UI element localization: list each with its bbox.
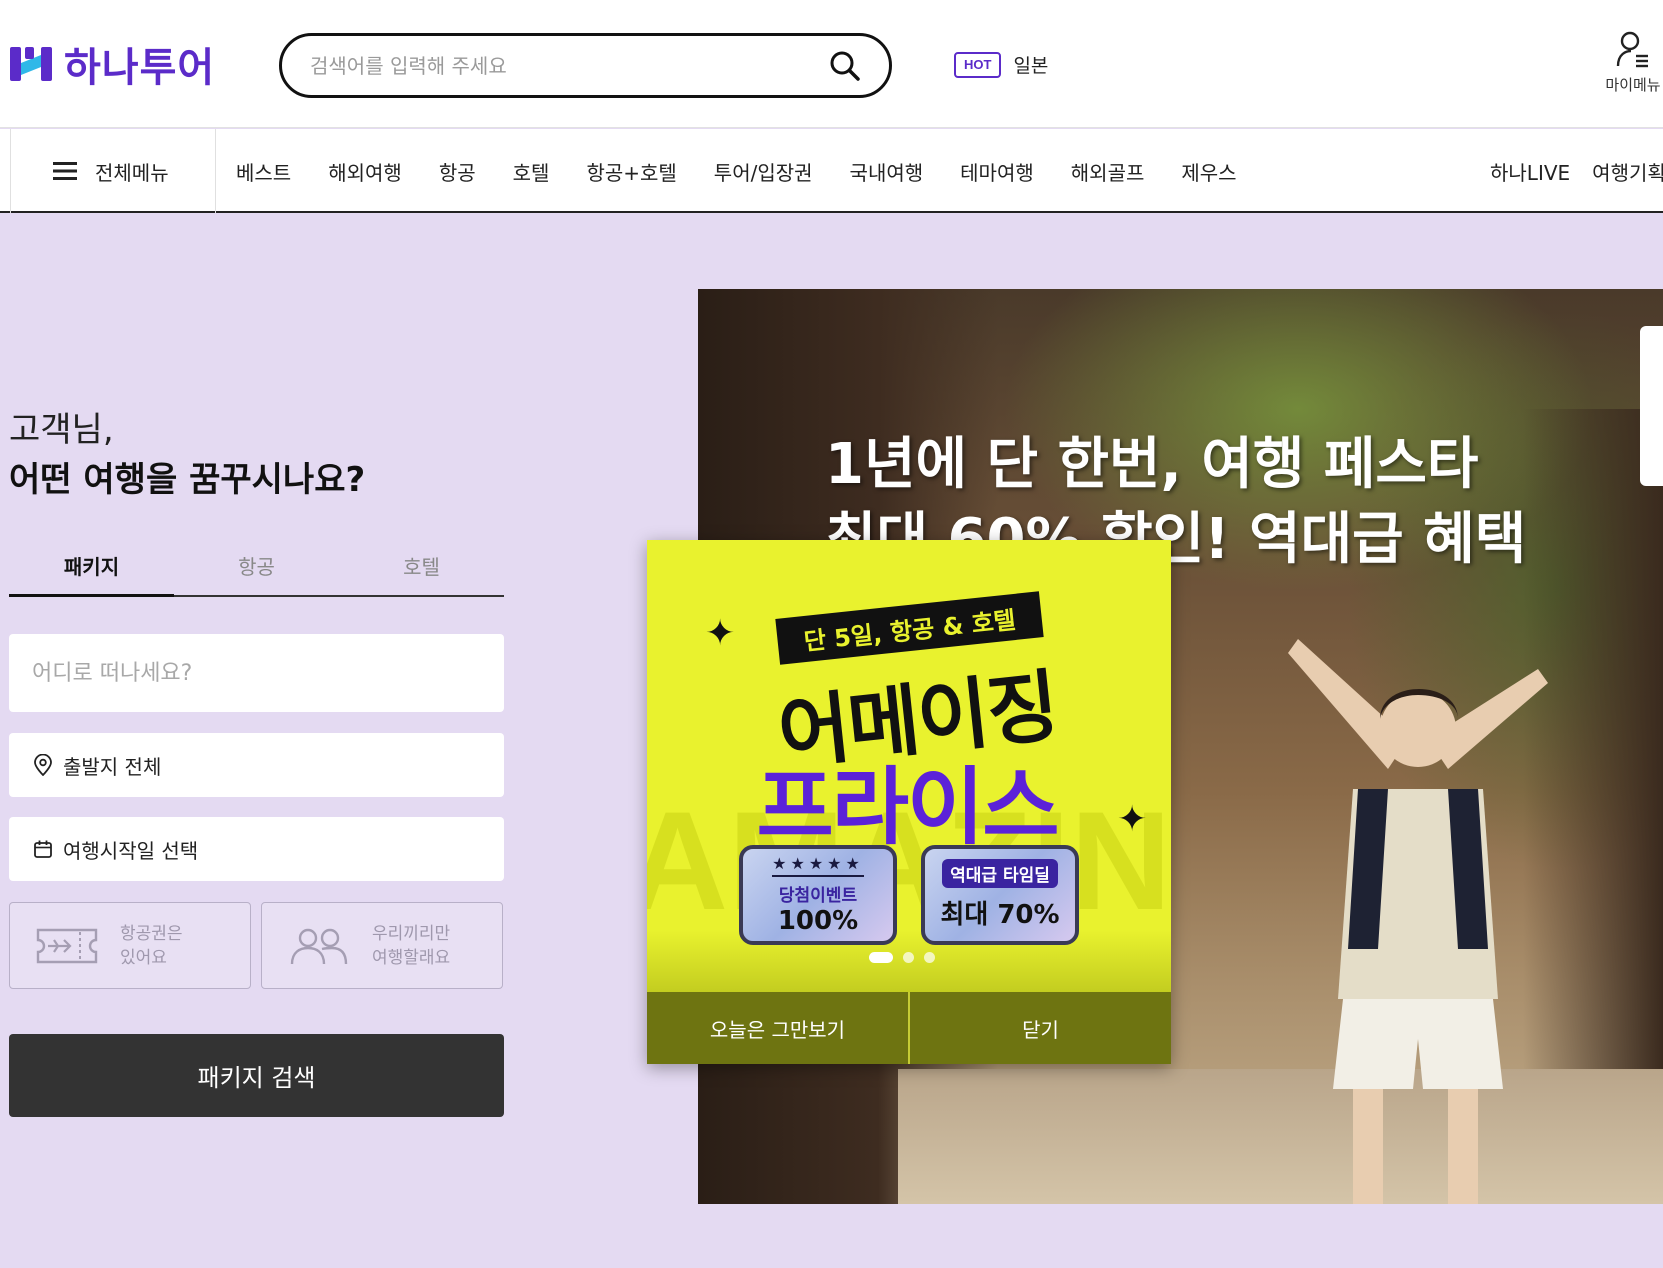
sticker-stars: ★★★★★ xyxy=(772,854,864,877)
private-trip-text: 우리끼리만 여행할래요 xyxy=(372,922,450,970)
dismiss-today-button[interactable]: 오늘은 그만보기 xyxy=(647,992,908,1064)
sticker-event-label: 당첨이벤트 xyxy=(778,886,858,906)
greeting-line-2: 어떤 여행을 꿈꾸시나요? xyxy=(9,460,366,500)
nav-item-domestic[interactable]: 국내여행 xyxy=(850,157,924,186)
nav-item-travel-plan[interactable]: 여행기획 xyxy=(1592,157,1663,186)
my-menu-label: 마이메뉴 xyxy=(1605,76,1661,94)
calendar-icon xyxy=(34,840,52,858)
sticker-timedeal-tag: 역대급 타임딜 xyxy=(942,859,1058,888)
private-trip-option[interactable]: 우리끼리만 여행할래요 xyxy=(261,902,503,989)
tab-package[interactable]: 패키지 xyxy=(9,545,174,597)
package-search-button[interactable]: 패키지 검색 xyxy=(9,1034,504,1117)
private-trip-line-1: 우리끼리만 xyxy=(372,923,451,944)
popup-close-button[interactable]: 닫기 xyxy=(908,992,1171,1064)
group-people-icon xyxy=(290,928,348,964)
all-menu-label: 전체메뉴 xyxy=(95,160,169,185)
have-ticket-line-2: 있어요 xyxy=(120,947,167,968)
date-select[interactable]: 여행시작일 선택 xyxy=(9,817,504,881)
popup-sticker-timedeal[interactable]: 역대급 타임딜 최대 70% xyxy=(921,845,1079,945)
nav-item-hana-live[interactable]: 하나LIVE xyxy=(1490,157,1570,186)
search-icon[interactable] xyxy=(829,50,861,82)
destination-input[interactable] xyxy=(32,660,472,686)
event-popup: AMAZING ✦ ✦ 단 5일, 항공 & 호텔 어메이징 프라이스 ★★★★… xyxy=(647,540,1171,1064)
departure-label: 출발지 전체 xyxy=(63,754,162,779)
search-tabs: 패키지 항공 호텔 xyxy=(9,545,504,597)
hot-badge: HOT xyxy=(954,51,1002,78)
ticket-icon xyxy=(36,928,98,963)
popup-pagination xyxy=(869,952,935,963)
nav-item-flight[interactable]: 항공 xyxy=(439,157,476,186)
main-nav: 전체메뉴 베스트 해외여행 항공 호텔 항공+호텔 투어/입장권 국내여행 테마… xyxy=(0,129,1663,213)
hamburger-icon xyxy=(53,162,77,180)
sparkle-icon: ✦ xyxy=(1117,799,1148,840)
user-menu-icon xyxy=(1616,31,1648,68)
nav-item-overseas[interactable]: 해외여행 xyxy=(328,157,402,186)
private-trip-line-2: 여행할래요 xyxy=(372,947,451,968)
all-menu-button[interactable]: 전체메뉴 xyxy=(10,129,216,213)
have-ticket-text: 항공권은 있어요 xyxy=(120,922,183,970)
sticker-timedeal-value: 최대 70% xyxy=(940,900,1060,930)
hot-keyword[interactable]: 일본 xyxy=(1013,51,1048,78)
departure-select[interactable]: 출발지 전체 xyxy=(9,733,504,797)
hot-keyword-ticker[interactable]: HOT 일본 xyxy=(954,51,1048,78)
date-label: 여행시작일 선택 xyxy=(63,838,199,863)
nav-right-items: 하나LIVE 여행기획 xyxy=(1490,129,1663,213)
nav-item-tour-ticket[interactable]: 투어/입장권 xyxy=(714,157,813,186)
global-search xyxy=(279,33,892,98)
nav-item-best[interactable]: 베스트 xyxy=(236,157,291,186)
nav-items: 베스트 해외여행 항공 호텔 항공+호텔 투어/입장권 국내여행 테마여행 해외… xyxy=(236,129,1274,213)
location-pin-icon xyxy=(34,754,52,776)
have-ticket-line-1: 항공권은 xyxy=(120,923,183,944)
greeting-line-1: 고객님, xyxy=(9,410,114,450)
hanatour-logo-icon xyxy=(10,47,52,81)
hanatour-logo[interactable]: 하나투어 xyxy=(8,40,215,91)
popup-sticker-event[interactable]: ★★★★★ 당첨이벤트 100% xyxy=(739,845,897,945)
banner-traveler-figure xyxy=(1288,639,1548,1204)
tab-flight[interactable]: 항공 xyxy=(174,545,339,595)
logo-text: 하나투어 xyxy=(64,45,216,91)
sparkle-icon: ✦ xyxy=(705,613,736,654)
popup-title-2: 프라이스 xyxy=(756,758,1059,856)
popup-actions: 오늘은 그만보기 닫기 xyxy=(647,992,1171,1064)
destination-field xyxy=(9,634,504,712)
banner-headline-1: 1년에 단 한번, 여행 페스타 xyxy=(825,432,1479,497)
pagination-dot-1[interactable] xyxy=(869,952,893,963)
pagination-dot-2[interactable] xyxy=(903,952,914,963)
nav-item-golf[interactable]: 해외골프 xyxy=(1071,157,1145,186)
sticker-event-value: 100% xyxy=(777,906,859,936)
nav-item-flight-hotel[interactable]: 항공+호텔 xyxy=(586,157,676,186)
my-menu-button[interactable]: 마이메뉴 xyxy=(1598,30,1663,95)
nav-item-hotel[interactable]: 호텔 xyxy=(513,157,550,186)
tab-hotel[interactable]: 호텔 xyxy=(339,545,504,595)
nav-item-theme[interactable]: 테마여행 xyxy=(960,157,1034,186)
pagination-dot-3[interactable] xyxy=(924,952,935,963)
site-header: 하나투어 HOT 일본 마이메뉴 xyxy=(0,0,1663,128)
side-floating-card[interactable] xyxy=(1640,326,1663,486)
have-ticket-option[interactable]: 항공권은 있어요 xyxy=(9,902,251,989)
nav-item-zeus[interactable]: 제우스 xyxy=(1181,157,1236,186)
global-search-input[interactable] xyxy=(310,36,810,95)
greeting: 고객님, 어떤 여행을 꿈꾸시나요? xyxy=(9,405,509,505)
